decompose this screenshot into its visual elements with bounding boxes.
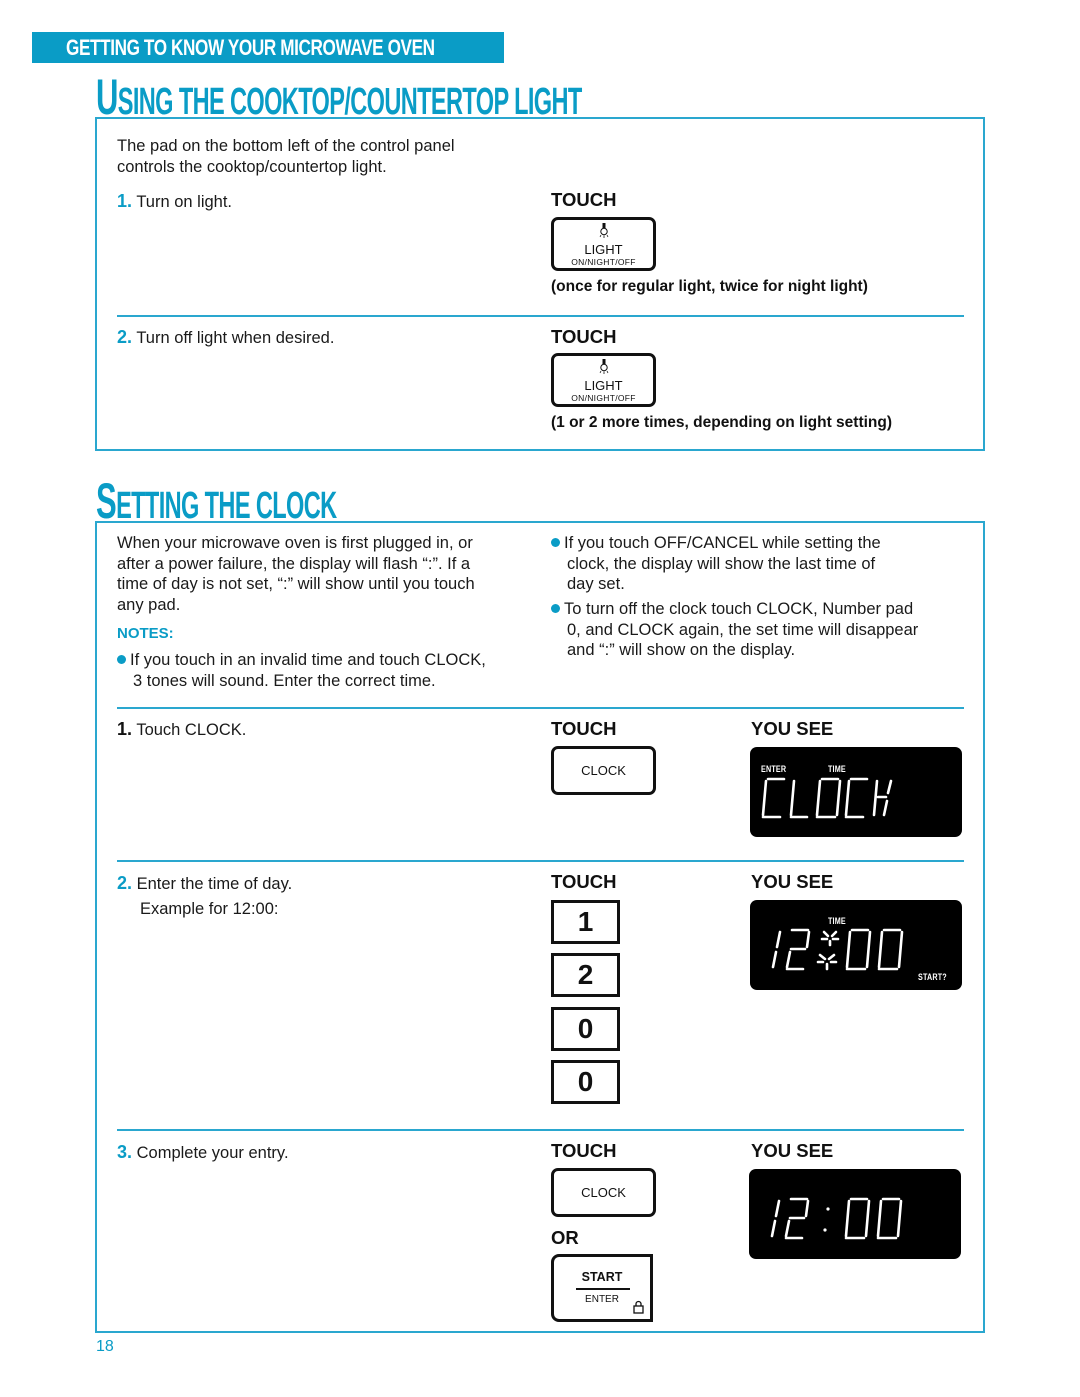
display-indicator: TIME — [828, 916, 846, 926]
note-item: If you touch OFF/CANCEL while setting th… — [551, 533, 881, 595]
clock-step-2: 2. Enter the time of day. — [117, 873, 293, 893]
light-step-2: 2. Turn off light when desired. — [117, 327, 335, 347]
clock-intro: When your microwave oven is first plugge… — [117, 534, 475, 614]
clock-pad-button[interactable]: CLOCK — [551, 746, 656, 795]
divider — [117, 707, 964, 709]
seven-segment-time — [771, 928, 904, 971]
display-panel: TIME START? — [750, 900, 962, 990]
light-step-1: 1. Turn on light. — [117, 191, 233, 211]
divider — [117, 1129, 964, 1131]
or-label: OR — [551, 1227, 579, 1248]
seven-segment-clock-text — [761, 777, 893, 819]
touch-header: TOUCH — [551, 1140, 617, 1161]
divider — [576, 1288, 630, 1290]
bullet-icon — [551, 604, 560, 613]
display-indicator: TIME — [828, 764, 846, 774]
touch-header: TOUCH — [551, 189, 617, 210]
display-panel: ENTER TIME — [750, 747, 962, 837]
number-pad-1[interactable]: 1 — [551, 900, 620, 944]
display-panel — [749, 1169, 961, 1259]
light-intro: The pad on the bottom left of the contro… — [117, 137, 455, 176]
divider — [117, 860, 964, 862]
clock-pad-button[interactable]: CLOCK — [551, 1168, 656, 1217]
number-pad-0[interactable]: 0 — [551, 1007, 620, 1051]
start-label: START — [581, 1270, 623, 1284]
number-pad-2[interactable]: 2 — [551, 953, 620, 997]
touch-header: TOUCH — [551, 326, 617, 347]
display-indicator: START? — [918, 972, 947, 982]
note-item: To turn off the clock touch CLOCK, Numbe… — [551, 599, 918, 661]
touch-header: TOUCH — [551, 718, 617, 739]
clock-step-1: 1. Touch CLOCK. — [117, 719, 247, 739]
lock-icon — [633, 1300, 644, 1314]
light-pad-button[interactable]: LIGHT ON/NIGHT/OFF — [551, 353, 656, 407]
bullet-icon — [117, 655, 126, 664]
light-step-1-note: (once for regular light, twice for night… — [551, 278, 868, 295]
start-enter-pad-button[interactable]: START ENTER — [551, 1254, 653, 1322]
bullet-icon — [551, 538, 560, 547]
page-number: 18 — [96, 1338, 114, 1355]
light-bulb-icon — [554, 359, 653, 380]
notes-label: NOTES: — [117, 625, 174, 642]
you-see-header: YOU SEE — [751, 718, 834, 739]
touch-header: TOUCH — [551, 871, 617, 892]
number-pad-0[interactable]: 0 — [551, 1060, 620, 1104]
note-item: If you touch in an invalid time and touc… — [117, 650, 486, 691]
light-step-2-note: (1 or 2 more times, depending on light s… — [551, 414, 893, 431]
section-banner: GETTING TO KNOW YOUR MICROWAVE OVEN — [32, 32, 504, 63]
seven-segment-time — [770, 1197, 903, 1240]
clock-step-3: 3. Complete your entry. — [117, 1142, 289, 1162]
divider — [117, 315, 964, 317]
light-pad-button[interactable]: LIGHT ON/NIGHT/OFF — [551, 217, 656, 271]
section-banner-label: GETTING TO KNOW YOUR MICROWAVE OVEN — [66, 35, 435, 60]
clock-step-2-example: Example for 12:00: — [140, 900, 279, 918]
light-bulb-icon — [554, 223, 653, 244]
display-indicator: ENTER — [761, 764, 787, 774]
you-see-header: YOU SEE — [751, 871, 834, 892]
you-see-header: YOU SEE — [751, 1140, 834, 1161]
